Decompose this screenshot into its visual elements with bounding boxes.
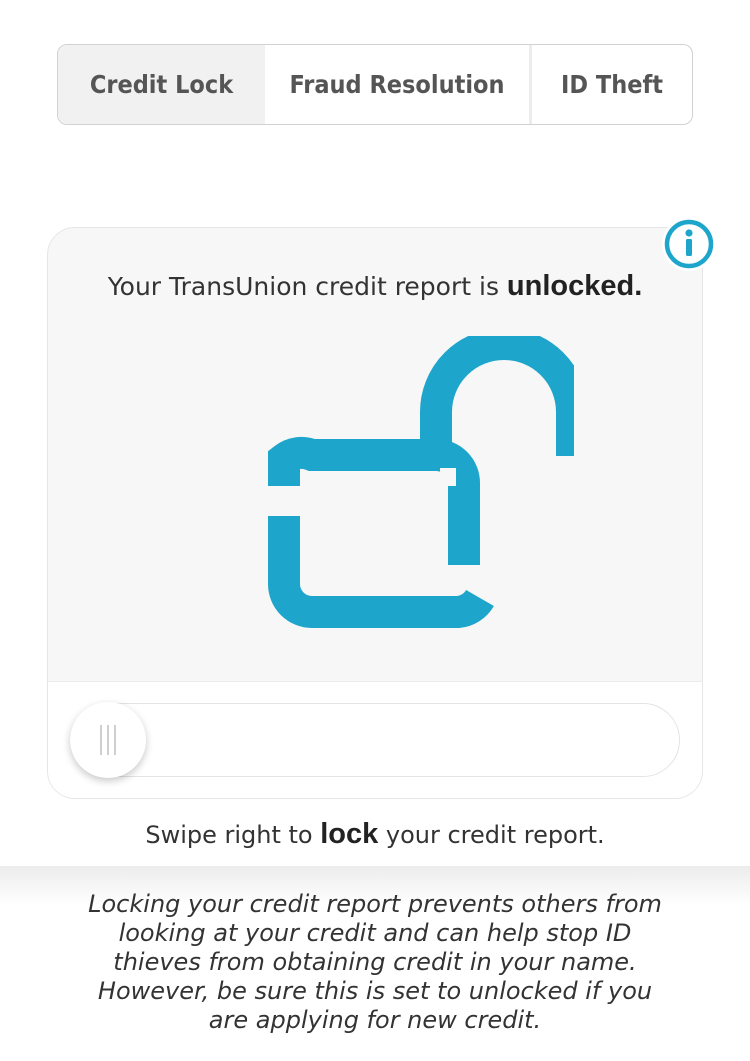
credit-lock-screen: Credit Lock Fraud Resolution ID Theft Yo… [0, 0, 750, 1061]
swipe-suffix: your credit report. [378, 821, 605, 849]
info-icon[interactable] [662, 217, 716, 271]
lock-slider-track[interactable] [70, 703, 680, 777]
status-prefix: Your TransUnion credit report is [107, 272, 507, 301]
tab-fraud-resolution[interactable]: Fraud Resolution [265, 45, 529, 124]
tab-credit-lock[interactable]: Credit Lock [58, 45, 265, 124]
lock-explanation-note: Locking your credit report prevents othe… [88, 890, 662, 1034]
swipe-action: lock [320, 818, 379, 850]
lock-slider-handle[interactable] [70, 702, 146, 778]
swipe-instruction: Swipe right to lock your credit report. [0, 818, 750, 851]
swipe-prefix: Swipe right to [145, 821, 321, 849]
tab-id-theft[interactable]: ID Theft [529, 45, 692, 124]
unlocked-padlock-icon [268, 336, 574, 628]
status-state: unlocked. [506, 270, 643, 302]
tab-bar: Credit Lock Fraud Resolution ID Theft [57, 44, 693, 125]
lock-status-text: Your TransUnion credit report is unlocke… [48, 270, 702, 303]
grip-icon [100, 725, 116, 755]
